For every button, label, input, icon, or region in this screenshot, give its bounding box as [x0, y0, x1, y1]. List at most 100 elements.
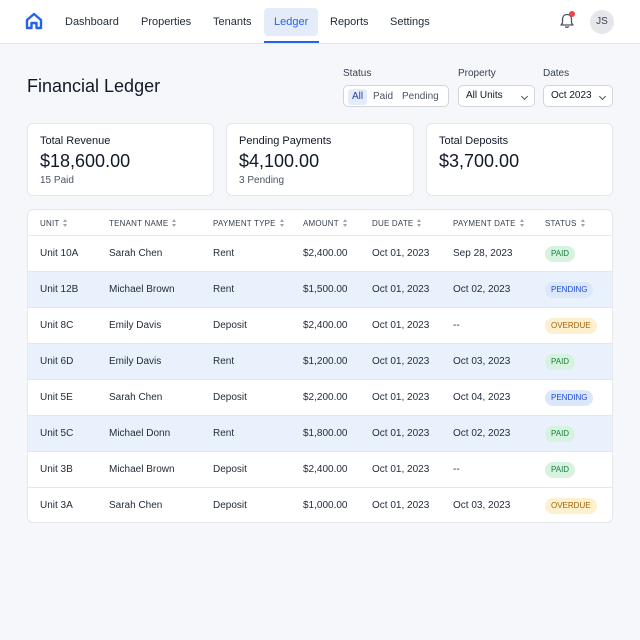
page-title: Financial Ledger [27, 76, 161, 96]
sort-icon [279, 219, 285, 227]
card-subtext: 15 Paid [40, 175, 74, 186]
cell-unit: Unit 5C [40, 428, 74, 439]
cell-payment-type: Deposit [213, 464, 247, 475]
cell-payment-type: Rent [213, 284, 235, 295]
dates-select-value: Oct 2023 [551, 90, 592, 101]
cell-tenant: Sarah Chen [109, 248, 163, 259]
nav-dashboard[interactable]: Dashboard [55, 8, 129, 36]
status-filter: All Paid Pending [343, 85, 449, 107]
card-value: $3,700.00 [439, 151, 520, 171]
table-row[interactable]: Unit 8C Emily Davis Deposit $2,400.00 Oc… [28, 308, 612, 344]
cell-amount: $1,200.00 [303, 356, 348, 367]
card-title: Total Revenue [40, 135, 111, 147]
cell-amount: $2,400.00 [303, 464, 348, 475]
cell-tenant: Michael Donn [109, 428, 171, 439]
column-header-payment-date[interactable]: Payment Date [453, 218, 525, 228]
top-nav: Dashboard Properties Tenants Ledger Repo… [0, 0, 640, 44]
card-total-deposits: Total Deposits $3,700.00 [426, 123, 613, 196]
cell-payment-date: Oct 04, 2023 [453, 392, 511, 403]
status-filter-label: Status [343, 68, 372, 79]
column-header-due-date[interactable]: Due Date [372, 218, 422, 228]
cell-payment-type: Rent [213, 428, 235, 439]
status-option-all[interactable]: All [348, 89, 368, 105]
table-row[interactable]: Unit 3B Michael Brown Deposit $2,400.00 … [28, 452, 612, 488]
cell-tenant: Emily Davis [109, 356, 162, 367]
avatar[interactable]: JS [590, 10, 614, 34]
dates-filter-label: Dates [543, 68, 570, 79]
status-option-paid[interactable]: Paid [369, 89, 397, 105]
cell-due-date: Oct 01, 2023 [372, 320, 430, 331]
cell-due-date: Oct 01, 2023 [372, 500, 430, 511]
nav-settings[interactable]: Settings [380, 8, 440, 36]
cell-amount: $2,200.00 [303, 392, 348, 403]
dates-select[interactable]: Oct 2023 [543, 85, 613, 107]
cell-payment-date: Oct 02, 2023 [453, 428, 511, 439]
cell-due-date: Oct 01, 2023 [372, 392, 430, 403]
property-select-value: All Units [466, 90, 503, 101]
table-row[interactable]: Unit 6D Emily Davis Rent $1,200.00 Oct 0… [28, 344, 612, 380]
column-header-unit[interactable]: Unit [40, 218, 68, 228]
cell-payment-type: Deposit [213, 320, 247, 331]
table-row[interactable]: Unit 10A Sarah Chen Rent $2,400.00 Oct 0… [28, 236, 612, 272]
status-badge: OVERDUE [545, 318, 597, 334]
column-header-amount[interactable]: Amount [303, 218, 348, 228]
sort-icon [417, 219, 422, 227]
cell-payment-date: Sep 28, 2023 [453, 248, 513, 259]
cell-payment-date: -- [453, 320, 460, 331]
column-header-status[interactable]: Status [545, 218, 586, 228]
home-logo-icon[interactable] [24, 11, 44, 31]
status-badge: PENDING [545, 282, 594, 298]
status-badge: PAID [545, 246, 576, 262]
card-title: Pending Payments [239, 135, 332, 147]
cell-payment-date: Oct 03, 2023 [453, 356, 511, 367]
card-value: $18,600.00 [40, 151, 131, 171]
cell-due-date: Oct 01, 2023 [372, 284, 430, 295]
table-row[interactable]: Unit 12B Michael Brown Rent $1,500.00 Oc… [28, 272, 612, 308]
nav-properties[interactable]: Properties [131, 8, 201, 36]
nav-ledger[interactable]: Ledger [264, 8, 319, 36]
sort-icon [580, 219, 586, 227]
property-filter-label: Property [458, 68, 496, 79]
cell-payment-type: Rent [213, 356, 235, 367]
status-badge: OVERDUE [545, 498, 597, 514]
cell-payment-type: Deposit [213, 392, 247, 403]
cell-unit: Unit 10A [40, 248, 79, 259]
table-row[interactable]: Unit 5C Michael Donn Rent $1,800.00 Oct … [28, 416, 612, 452]
cell-due-date: Oct 01, 2023 [372, 356, 430, 367]
cell-unit: Unit 12B [40, 284, 79, 295]
status-badge: PAID [545, 354, 576, 370]
table-row[interactable]: Unit 3A Sarah Chen Deposit $1,000.00 Oct… [28, 488, 612, 522]
cell-tenant: Emily Davis [109, 320, 162, 331]
card-total-revenue: Total Revenue $18,600.00 15 Paid [27, 123, 214, 196]
chevron-down-icon [520, 92, 529, 101]
notification-dot [569, 11, 575, 17]
cell-tenant: Sarah Chen [109, 500, 163, 511]
card-subtext: 3 Pending [239, 175, 285, 186]
card-value: $4,100.00 [239, 151, 320, 171]
cell-unit: Unit 3B [40, 464, 73, 475]
nav-active-indicator [264, 41, 319, 43]
cell-unit: Unit 6D [40, 356, 74, 367]
status-option-pending[interactable]: Pending [398, 89, 443, 105]
sort-icon [172, 219, 177, 227]
property-select[interactable]: All Units [458, 85, 535, 107]
cell-amount: $2,400.00 [303, 248, 348, 259]
cell-due-date: Oct 01, 2023 [372, 248, 430, 259]
cell-payment-type: Deposit [213, 500, 247, 511]
sort-icon [342, 219, 348, 227]
column-header-tenant-name[interactable]: Tenant Name [109, 218, 177, 228]
table-row[interactable]: Unit 5E Sarah Chen Deposit $2,200.00 Oct… [28, 380, 612, 416]
cell-amount: $2,400.00 [303, 320, 348, 331]
table-header: Unit Tenant Name Payment Type Amount Due… [28, 210, 612, 236]
status-badge: PAID [545, 426, 576, 442]
ledger-table: Unit Tenant Name Payment Type Amount Due… [27, 209, 613, 523]
column-header-payment-type[interactable]: Payment Type [213, 218, 285, 228]
cell-amount: $1,000.00 [303, 500, 348, 511]
cell-amount: $1,800.00 [303, 428, 348, 439]
sort-icon [519, 219, 525, 227]
nav-reports[interactable]: Reports [320, 8, 379, 36]
cell-tenant: Sarah Chen [109, 392, 163, 403]
card-pending-payments: Pending Payments $4,100.00 3 Pending [226, 123, 414, 196]
cell-due-date: Oct 01, 2023 [372, 428, 430, 439]
nav-tenants[interactable]: Tenants [203, 8, 262, 36]
